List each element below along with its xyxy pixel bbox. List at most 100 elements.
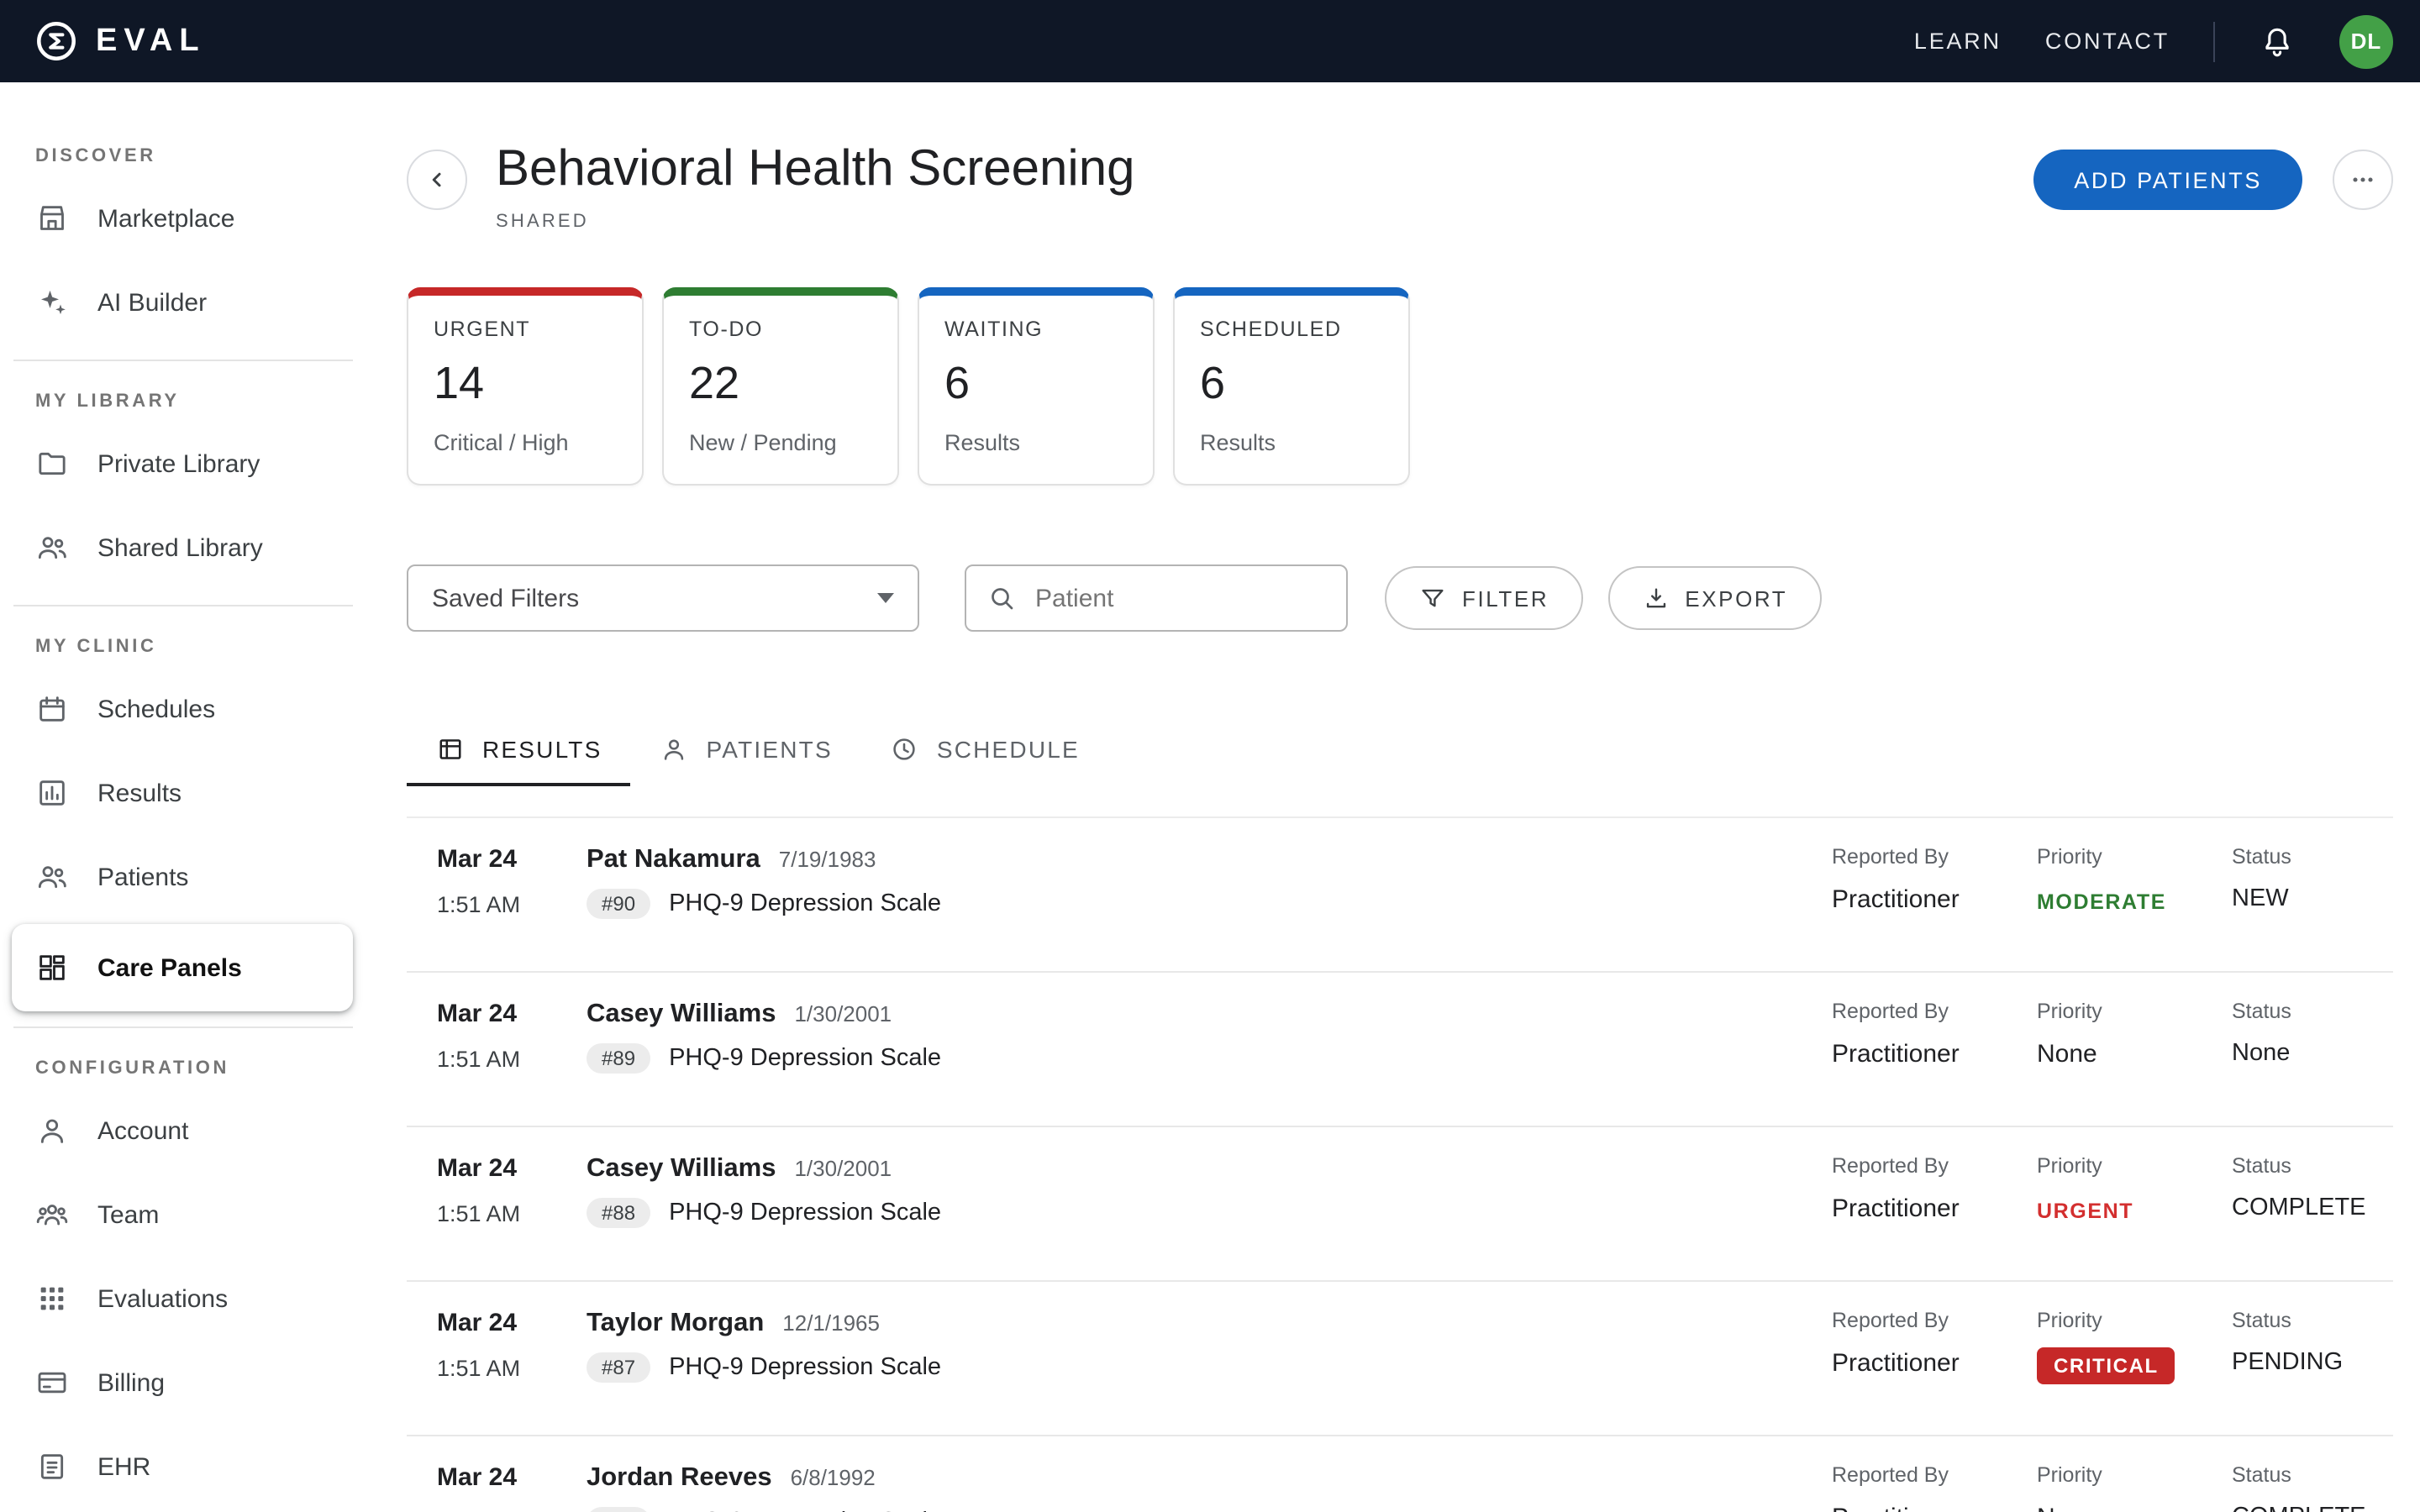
assessment-name: PHQ-9 Depression Scale: [669, 1045, 941, 1072]
sidebar-divider: [13, 360, 353, 361]
reported-by-header: Reported By: [1832, 845, 2037, 869]
stat-value: 14: [434, 358, 617, 410]
patient-dob: 7/19/1983: [779, 847, 876, 872]
reported-by-header: Reported By: [1832, 1463, 2037, 1487]
filter-toolbar: Saved Filters FILTER EXPORT: [407, 564, 2393, 632]
result-id-badge: #88: [587, 1198, 650, 1228]
sidebar-item-shared-library[interactable]: Shared Library: [0, 506, 366, 590]
status-header: Status: [2232, 1000, 2393, 1023]
stat-card-todo[interactable]: TO-DO 22 New / Pending: [662, 287, 899, 486]
tab-results[interactable]: RESULTS: [407, 716, 630, 783]
nav-learn[interactable]: LEARN: [1914, 29, 2002, 54]
stat-sub: Results: [1200, 430, 1383, 455]
status-value: None: [2232, 1040, 2393, 1067]
priority-value: None: [2037, 1504, 2232, 1512]
status-header: Status: [2232, 1463, 2393, 1487]
stat-card-urgent[interactable]: URGENT 14 Critical / High: [407, 287, 644, 486]
search-icon: [986, 583, 1017, 613]
export-button[interactable]: EXPORT: [1607, 566, 1821, 630]
tab-patients[interactable]: PATIENTS: [630, 716, 860, 783]
sidebar-item-schedules[interactable]: Schedules: [0, 667, 366, 751]
folder-icon: [35, 447, 69, 480]
table-row[interactable]: Mar 24 1:51 AM Casey Williams 1/30/2001 …: [407, 973, 2393, 1127]
status-value: COMPLETE: [2232, 1504, 2393, 1512]
back-button[interactable]: [407, 150, 467, 210]
patient-name: Taylor Morgan: [587, 1309, 764, 1339]
reported-by-value: Practitioner: [1832, 1194, 2037, 1223]
table-row[interactable]: Mar 24 1:51 AM Taylor Morgan 12/1/1965 #…: [407, 1282, 2393, 1436]
assessment-name: PHQ-9 Depression Scale: [669, 1509, 941, 1512]
storefront-icon: [35, 202, 69, 235]
app-window: EVAL LEARN CONTACT DL DISCOVER Marketpla…: [0, 0, 2420, 1512]
sidebar-item-private-library[interactable]: Private Library: [0, 422, 366, 506]
assessment-name: PHQ-9 Depression Scale: [669, 1200, 941, 1226]
stat-sub: Critical / High: [434, 430, 617, 455]
notifications-bell-icon[interactable]: [2259, 23, 2296, 60]
priority-value: None: [2037, 1040, 2232, 1068]
list-icon: [435, 734, 466, 764]
sidebar-item-results[interactable]: Results: [0, 751, 366, 835]
reported-by-header: Reported By: [1832, 1000, 2037, 1023]
sidebar-item-label: EHR: [97, 1452, 150, 1481]
sidebar-item-marketplace[interactable]: Marketplace: [0, 176, 366, 260]
table-row[interactable]: Mar 24 1:51 AM Pat Nakamura 7/19/1983 #9…: [407, 818, 2393, 973]
sidebar-item-label: Private Library: [97, 449, 260, 478]
patient-search-input[interactable]: [1032, 582, 1326, 614]
user-avatar[interactable]: DL: [2339, 14, 2393, 68]
sidebar-item-team[interactable]: Team: [0, 1173, 366, 1257]
nav-contact[interactable]: CONTACT: [2045, 29, 2170, 54]
row-date: Mar 24: [437, 1309, 587, 1337]
priority-critical-chip: CRITICAL: [2037, 1347, 2175, 1384]
patient-dob: 12/1/1965: [782, 1310, 880, 1336]
reported-by-value: Practitioner: [1832, 1040, 2037, 1068]
sidebar-item-ehr[interactable]: EHR: [0, 1425, 366, 1509]
sidebar-section-discover: DISCOVER: [35, 146, 366, 166]
patient-search[interactable]: [965, 564, 1348, 632]
sidebar-item-account[interactable]: Account: [0, 1089, 366, 1173]
brand-home-link[interactable]: EVAL: [34, 18, 206, 64]
reported-by-header: Reported By: [1832, 1309, 2037, 1332]
credit-card-icon: [35, 1366, 69, 1399]
status-value: COMPLETE: [2232, 1194, 2393, 1221]
row-date: Mar 24: [437, 1000, 587, 1028]
topnav-divider: [2213, 21, 2215, 61]
sidebar-item-label: Patients: [97, 863, 188, 891]
add-patients-button[interactable]: ADD PATIENTS: [2033, 150, 2302, 210]
stat-label: URGENT: [434, 318, 617, 341]
sidebar: DISCOVER Marketplace AI Builder MY LIBRA…: [0, 82, 366, 1512]
table-row[interactable]: Mar 24 1:51 AM Casey Williams 1/30/2001 …: [407, 1127, 2393, 1282]
stat-value: 22: [689, 358, 872, 410]
people-icon: [35, 860, 69, 894]
stat-sub: New / Pending: [689, 430, 872, 455]
sparkle-icon: [35, 286, 69, 319]
result-id-badge: #87: [587, 1352, 650, 1383]
sidebar-item-ai-builder[interactable]: AI Builder: [0, 260, 366, 344]
sidebar-item-care-panels[interactable]: Care Panels: [12, 924, 353, 1011]
main-content: Behavioral Health Screening SHARED ADD P…: [366, 82, 2420, 1512]
saved-filters-select[interactable]: Saved Filters: [407, 564, 919, 632]
sidebar-item-evaluations[interactable]: Evaluations: [0, 1257, 366, 1341]
stat-card-scheduled[interactable]: SCHEDULED 6 Results: [1173, 287, 1410, 486]
filter-button[interactable]: FILTER: [1385, 566, 1582, 630]
sidebar-item-label: Schedules: [97, 695, 215, 723]
stat-cards: URGENT 14 Critical / High TO-DO 22 New /…: [407, 287, 2393, 486]
row-time: 1:51 AM: [437, 1356, 587, 1381]
status-header: Status: [2232, 1154, 2393, 1178]
more-options-button[interactable]: [2333, 150, 2393, 210]
stat-sub: Results: [944, 430, 1128, 455]
sidebar-item-patients[interactable]: Patients: [0, 835, 366, 919]
reported-by-header: Reported By: [1832, 1154, 2037, 1178]
status-header: Status: [2232, 845, 2393, 869]
table-row[interactable]: Mar 24 1:51 AM Jordan Reeves 6/8/1992 #8…: [407, 1436, 2393, 1512]
row-date: Mar 24: [437, 1463, 587, 1492]
stat-value: 6: [944, 358, 1128, 410]
clock-icon: [890, 734, 920, 764]
page-header: Behavioral Health Screening SHARED ADD P…: [407, 133, 2393, 232]
tab-label: RESULTS: [482, 736, 602, 763]
sidebar-item-label: Marketplace: [97, 204, 234, 233]
export-button-label: EXPORT: [1685, 585, 1787, 611]
sidebar-item-billing[interactable]: Billing: [0, 1341, 366, 1425]
stat-card-waiting[interactable]: WAITING 6 Results: [918, 287, 1155, 486]
tab-schedule[interactable]: SCHEDULE: [861, 716, 1108, 783]
result-id-badge: #89: [587, 1043, 650, 1074]
